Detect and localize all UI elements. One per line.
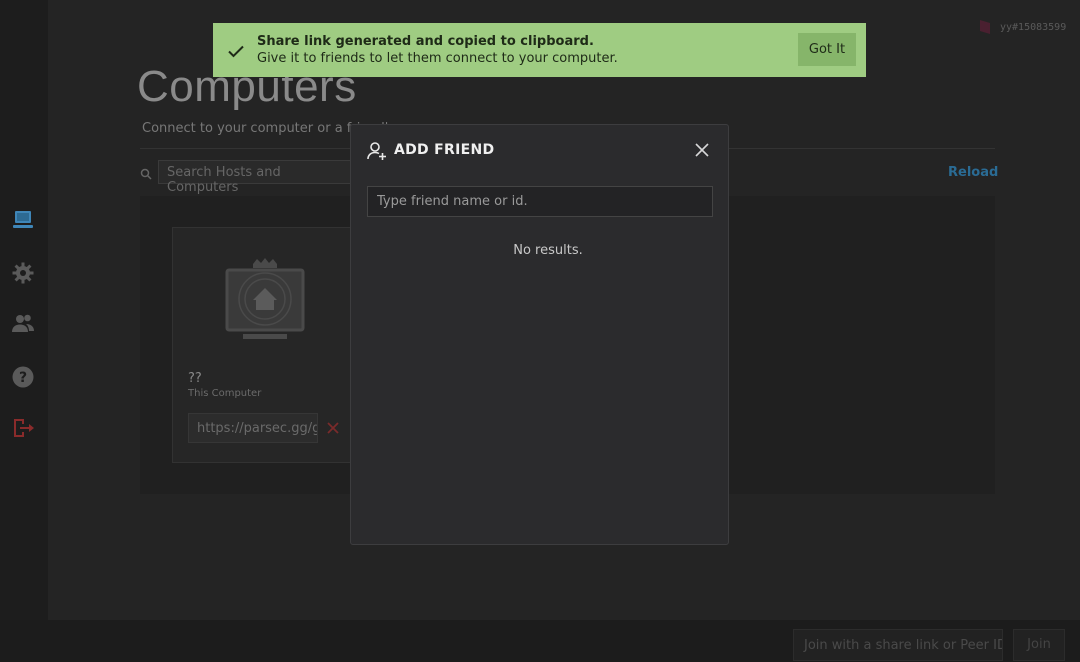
- empty-results-text: No results.: [513, 243, 583, 258]
- computer-icon: [225, 258, 305, 339]
- help-icon[interactable]: ?: [10, 364, 36, 390]
- computer-name: ??: [188, 371, 202, 386]
- search-icon: [140, 165, 152, 180]
- computer-description: This Computer: [188, 388, 262, 399]
- reload-button[interactable]: Reload: [948, 165, 998, 180]
- notification-toast: Share link generated and copied to clipb…: [213, 23, 866, 77]
- join-input[interactable]: Join with a share link or Peer ID.: [793, 629, 1003, 661]
- logout-icon[interactable]: [10, 415, 36, 441]
- add-friend-modal: ADD FRIEND No results.: [350, 124, 729, 545]
- close-icon[interactable]: [694, 142, 710, 158]
- share-link-field[interactable]: https://parsec.gg/g/2l: [188, 413, 318, 443]
- close-icon[interactable]: [325, 420, 341, 436]
- friends-icon[interactable]: [10, 310, 36, 336]
- gear-icon[interactable]: [10, 260, 36, 286]
- username: yy#15083599: [1000, 21, 1067, 33]
- computer-icon[interactable]: [10, 207, 36, 233]
- friend-search-input[interactable]: [367, 186, 713, 217]
- svg-text:?: ?: [19, 370, 27, 386]
- avatar-icon: [980, 20, 990, 34]
- toast-message: Give it to friends to let them connect t…: [257, 51, 618, 66]
- toast-title: Share link generated and copied to clipb…: [257, 34, 594, 49]
- checkmark-icon: [227, 42, 245, 60]
- sidebar: ?: [0, 0, 48, 662]
- got-it-button[interactable]: Got It: [798, 33, 856, 66]
- user-profile[interactable]: yy#15083599: [978, 18, 1066, 36]
- modal-title: ADD FRIEND: [394, 142, 495, 158]
- join-button[interactable]: Join: [1013, 629, 1065, 661]
- add-user-icon: [367, 141, 387, 161]
- search-input[interactable]: Search Hosts and Computers: [158, 160, 358, 195]
